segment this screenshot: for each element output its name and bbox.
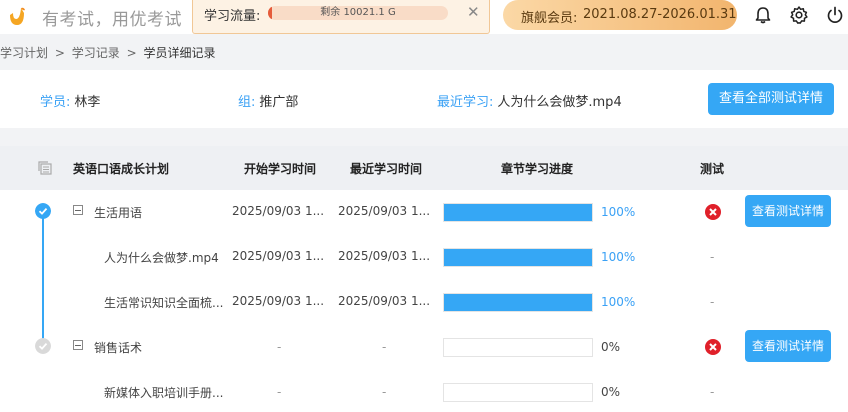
progress-bar bbox=[443, 203, 593, 222]
gear-icon[interactable] bbox=[789, 5, 809, 25]
vip-label: 旗舰会员: bbox=[521, 11, 578, 26]
recent-study-info: 最近学习: 人为什么会做梦.mp4 bbox=[437, 91, 622, 110]
collapse-icon[interactable] bbox=[73, 340, 83, 350]
collapse-icon[interactable] bbox=[73, 205, 83, 215]
recent-value: 人为什么会做梦.mp4 bbox=[497, 95, 622, 110]
row-name: 销售话术 bbox=[94, 341, 143, 355]
row-name: 生活常识知识全面梳... bbox=[104, 296, 224, 310]
row-start-time: 2025/09/03 1... bbox=[232, 249, 325, 263]
row-name: 生活用语 bbox=[94, 206, 143, 220]
table-header: 英语口语成长计划 开始学习时间 最近学习时间 章节学习进度 测试 bbox=[0, 146, 848, 190]
progress-percent: 0% bbox=[601, 340, 621, 354]
progress-bar bbox=[443, 383, 593, 402]
vip-period: 2021.08.27-2026.01.31 bbox=[583, 7, 737, 22]
top-bar: 有考试，用优考试 学习流量: 剩余 10021.1 G ✕ 旗舰会员: 2021… bbox=[0, 0, 848, 34]
breadcrumb-separator: > bbox=[126, 46, 137, 60]
row-start-time: 2025/09/03 1... bbox=[232, 204, 325, 218]
power-icon[interactable] bbox=[825, 5, 845, 25]
student-info: 学员: 林李 bbox=[40, 91, 100, 110]
breadcrumb-item-records[interactable]: 学习记录 bbox=[72, 46, 120, 60]
test-status: - bbox=[710, 250, 715, 264]
close-icon[interactable]: ✕ bbox=[467, 3, 480, 21]
progress-percent: 0% bbox=[601, 385, 621, 399]
recent-key: 最近学习: bbox=[437, 95, 494, 110]
row-start-time: - bbox=[277, 340, 282, 354]
view-test-details-button[interactable]: 查看测试详情 bbox=[745, 330, 831, 362]
student-key: 学员: bbox=[40, 95, 71, 110]
traffic-panel: 学习流量: 剩余 10021.1 G ✕ bbox=[192, 0, 490, 34]
progress-percent: 100% bbox=[601, 295, 636, 309]
header-recent-time: 最近学习时间 bbox=[350, 162, 423, 176]
progress-bar bbox=[443, 338, 593, 357]
traffic-bar: 剩余 10021.1 G bbox=[268, 6, 448, 20]
row-start-time: 2025/09/03 1... bbox=[232, 294, 325, 308]
fail-icon bbox=[705, 204, 721, 220]
table-row: 人为什么会做梦.mp4 2025/09/03 1... 2025/09/03 1… bbox=[0, 235, 848, 280]
breadcrumb-item-plan[interactable]: 学习计划 bbox=[0, 46, 48, 60]
header-test: 测试 bbox=[700, 162, 725, 176]
row-name: 人为什么会做梦.mp4 bbox=[104, 251, 219, 265]
header-start-time: 开始学习时间 bbox=[244, 162, 317, 176]
row-recent-time: 2025/09/03 1... bbox=[338, 204, 431, 218]
app-slogan: 有考试，用优考试 bbox=[42, 10, 182, 30]
table-row: 新媒体入职培训手册... - - 0% - bbox=[0, 370, 848, 412]
group-info: 组: 推广部 bbox=[238, 91, 298, 110]
progress-bar-fill bbox=[444, 204, 592, 221]
progress-bar bbox=[443, 293, 593, 312]
row-recent-time: 2025/09/03 1... bbox=[338, 249, 431, 263]
group-key: 组: bbox=[238, 95, 256, 110]
row-recent-time: - bbox=[382, 340, 387, 354]
row-start-time: - bbox=[277, 385, 282, 399]
header-progress: 章节学习进度 bbox=[501, 162, 574, 176]
progress-percent: 100% bbox=[601, 250, 636, 264]
breadcrumb-separator: > bbox=[54, 46, 65, 60]
view-all-tests-button[interactable]: 查看全部测试详情 bbox=[708, 83, 834, 115]
pending-check-icon bbox=[35, 338, 51, 354]
traffic-label: 学习流量: bbox=[204, 9, 261, 24]
row-name: 新媒体入职培训手册... bbox=[104, 386, 224, 400]
bell-icon[interactable] bbox=[753, 5, 773, 25]
row-recent-time: - bbox=[382, 385, 387, 399]
app-logo-icon bbox=[10, 7, 25, 25]
progress-bar bbox=[443, 248, 593, 267]
test-status: - bbox=[710, 385, 715, 399]
student-info-card: 学员: 林李 组: 推广部 最近学习: 人为什么会做梦.mp4 查看全部测试详情 bbox=[0, 70, 848, 128]
view-test-details-button[interactable]: 查看测试详情 bbox=[745, 195, 831, 227]
study-record-table: 英语口语成长计划 开始学习时间 最近学习时间 章节学习进度 测试 生活用语 20… bbox=[0, 146, 848, 412]
table-row: 销售话术 - - 0% 查看测试详情 bbox=[0, 325, 848, 370]
traffic-remaining: 剩余 10021.1 G bbox=[320, 7, 396, 18]
table-row: 生活用语 2025/09/03 1... 2025/09/03 1... 100… bbox=[0, 190, 848, 235]
vip-badge[interactable]: 旗舰会员: 2021.08.27-2026.01.31 bbox=[503, 0, 737, 30]
table-row: 生活常识知识全面梳... 2025/09/03 1... 2025/09/03 … bbox=[0, 280, 848, 325]
header-plan: 英语口语成长计划 bbox=[73, 162, 170, 176]
test-status: - bbox=[710, 295, 715, 309]
copy-icon bbox=[38, 161, 52, 175]
breadcrumb: 学习计划 > 学习记录 > 学员详细记录 bbox=[0, 44, 215, 61]
progress-percent: 100% bbox=[601, 205, 636, 219]
student-value: 林李 bbox=[74, 95, 101, 110]
progress-bar-fill bbox=[444, 294, 592, 311]
progress-bar-fill bbox=[444, 249, 592, 266]
fail-icon bbox=[705, 339, 721, 355]
completed-check-icon bbox=[35, 203, 51, 219]
breadcrumb-item-current: 学员详细记录 bbox=[143, 46, 216, 60]
row-recent-time: 2025/09/03 1... bbox=[338, 294, 431, 308]
group-value: 推广部 bbox=[259, 95, 299, 110]
